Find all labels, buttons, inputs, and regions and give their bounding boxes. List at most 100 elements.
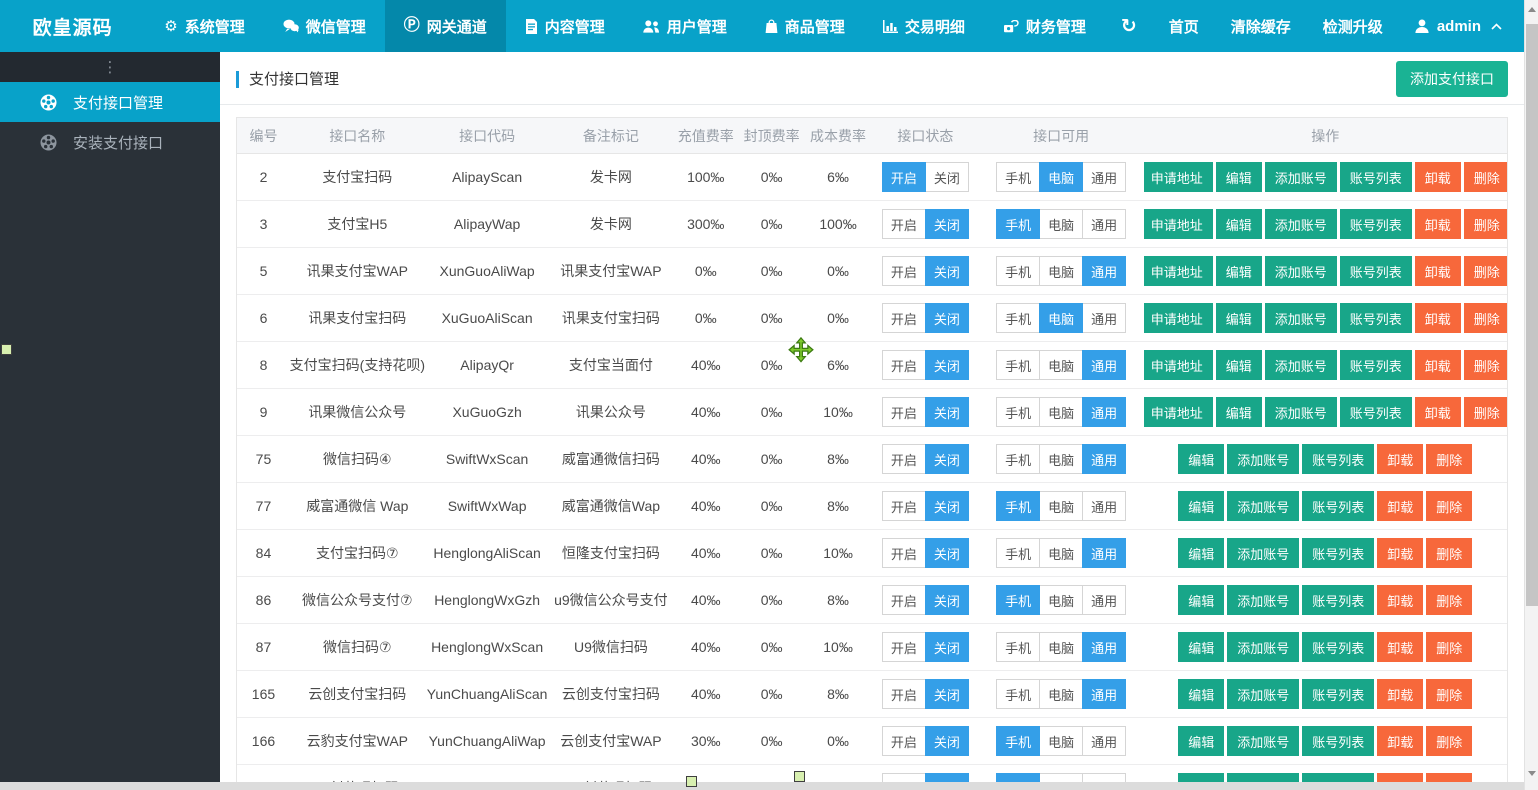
delete-button[interactable]: 删除	[1464, 209, 1507, 239]
uninstall-button[interactable]: 卸载	[1415, 397, 1461, 427]
status-close-button[interactable]: 关闭	[925, 491, 969, 521]
device-mobile-button[interactable]: 手机	[996, 632, 1040, 662]
status-open-button[interactable]: 开启	[882, 350, 926, 380]
device-universal-button[interactable]: 通用	[1082, 491, 1126, 521]
account-list-button[interactable]: 账号列表	[1340, 397, 1412, 427]
nav-item-gateway[interactable]: Ⓟ 网关通道	[385, 0, 506, 52]
device-pc-button[interactable]: 电脑	[1039, 632, 1083, 662]
device-universal-button[interactable]: 通用	[1082, 679, 1126, 709]
device-mobile-button[interactable]: 手机	[996, 726, 1040, 756]
account-list-button[interactable]: 账号列表	[1340, 209, 1412, 239]
account-list-button[interactable]: 账号列表	[1340, 162, 1412, 192]
add-payment-interface-button[interactable]: 添加支付接口	[1396, 61, 1508, 97]
uninstall-button[interactable]: 卸载	[1415, 350, 1461, 380]
uninstall-button[interactable]: 卸载	[1377, 444, 1423, 474]
device-universal-button[interactable]: 通用	[1082, 585, 1126, 615]
status-open-button[interactable]: 开启	[882, 162, 926, 192]
status-open-button[interactable]: 开启	[882, 209, 926, 239]
device-universal-button[interactable]: 通用	[1082, 350, 1126, 380]
account-list-button[interactable]: 账号列表	[1302, 726, 1374, 756]
edit-button[interactable]: 编辑	[1178, 632, 1224, 662]
refresh-button[interactable]: ↻	[1105, 0, 1153, 52]
status-close-button[interactable]: 关闭	[925, 679, 969, 709]
add-account-button[interactable]: 添加账号	[1227, 585, 1299, 615]
delete-button[interactable]: 删除	[1464, 350, 1507, 380]
device-pc-button[interactable]: 电脑	[1039, 491, 1083, 521]
device-mobile-button[interactable]: 手机	[996, 162, 1040, 192]
uninstall-button[interactable]: 卸载	[1377, 585, 1423, 615]
device-universal-button[interactable]: 通用	[1082, 444, 1126, 474]
uninstall-button[interactable]: 卸载	[1377, 538, 1423, 568]
account-list-button[interactable]: 账号列表	[1302, 679, 1374, 709]
device-universal-button[interactable]: 通用	[1082, 726, 1126, 756]
add-account-button[interactable]: 添加账号	[1227, 679, 1299, 709]
add-account-button[interactable]: 添加账号	[1227, 632, 1299, 662]
sidebar-item-payment-interface[interactable]: 支付接口管理	[0, 82, 220, 122]
device-mobile-button[interactable]: 手机	[996, 209, 1040, 239]
apply-url-button[interactable]: 申请地址	[1144, 256, 1213, 286]
nav-item-system[interactable]: ⚙ 系统管理	[145, 0, 263, 52]
status-close-button[interactable]: 关闭	[925, 162, 969, 192]
device-pc-button[interactable]: 电脑	[1039, 726, 1083, 756]
admin-menu[interactable]: admin	[1399, 0, 1524, 52]
status-open-button[interactable]: 开启	[882, 491, 926, 521]
add-account-button[interactable]: 添加账号	[1265, 162, 1337, 192]
account-list-button[interactable]: 账号列表	[1340, 350, 1412, 380]
uninstall-button[interactable]: 卸载	[1377, 491, 1423, 521]
add-account-button[interactable]: 添加账号	[1227, 444, 1299, 474]
device-mobile-button[interactable]: 手机	[996, 256, 1040, 286]
edit-button[interactable]: 编辑	[1178, 726, 1224, 756]
device-pc-button[interactable]: 电脑	[1039, 350, 1083, 380]
edit-button[interactable]: 编辑	[1216, 209, 1262, 239]
account-list-button[interactable]: 账号列表	[1340, 256, 1412, 286]
sidebar-collapse-toggle[interactable]: ⋮	[0, 52, 220, 82]
apply-url-button[interactable]: 申请地址	[1144, 209, 1213, 239]
status-open-button[interactable]: 开启	[882, 726, 926, 756]
delete-button[interactable]: 删除	[1464, 397, 1507, 427]
edit-button[interactable]: 编辑	[1216, 397, 1262, 427]
apply-url-button[interactable]: 申请地址	[1144, 350, 1213, 380]
delete-button[interactable]: 删除	[1426, 491, 1472, 521]
horizontal-scrollbar[interactable]	[0, 782, 1524, 790]
status-close-button[interactable]: 关闭	[925, 632, 969, 662]
edit-button[interactable]: 编辑	[1178, 585, 1224, 615]
device-universal-button[interactable]: 通用	[1082, 162, 1126, 192]
delete-button[interactable]: 删除	[1426, 585, 1472, 615]
status-open-button[interactable]: 开启	[882, 256, 926, 286]
delete-button[interactable]: 删除	[1464, 256, 1507, 286]
vertical-scrollbar-thumb[interactable]	[1526, 24, 1538, 606]
device-mobile-button[interactable]: 手机	[996, 303, 1040, 333]
nav-item-finance[interactable]: 财务管理	[984, 0, 1105, 52]
sidebar-item-install-interface[interactable]: 安装支付接口	[0, 122, 220, 162]
apply-url-button[interactable]: 申请地址	[1144, 162, 1213, 192]
add-account-button[interactable]: 添加账号	[1265, 256, 1337, 286]
nav-item-goods[interactable]: 商品管理	[746, 0, 864, 52]
scroll-down-arrow-icon[interactable]	[1525, 766, 1538, 780]
add-account-button[interactable]: 添加账号	[1265, 350, 1337, 380]
account-list-button[interactable]: 账号列表	[1302, 491, 1374, 521]
status-open-button[interactable]: 开启	[882, 397, 926, 427]
device-universal-button[interactable]: 通用	[1082, 632, 1126, 662]
uninstall-button[interactable]: 卸载	[1415, 303, 1461, 333]
add-account-button[interactable]: 添加账号	[1227, 491, 1299, 521]
account-list-button[interactable]: 账号列表	[1340, 303, 1412, 333]
account-list-button[interactable]: 账号列表	[1302, 585, 1374, 615]
edit-button[interactable]: 编辑	[1178, 538, 1224, 568]
account-list-button[interactable]: 账号列表	[1302, 538, 1374, 568]
delete-button[interactable]: 删除	[1426, 726, 1472, 756]
status-close-button[interactable]: 关闭	[925, 397, 969, 427]
delete-button[interactable]: 删除	[1464, 303, 1507, 333]
edit-button[interactable]: 编辑	[1178, 679, 1224, 709]
device-pc-button[interactable]: 电脑	[1039, 256, 1083, 286]
device-pc-button[interactable]: 电脑	[1039, 585, 1083, 615]
device-pc-button[interactable]: 电脑	[1039, 209, 1083, 239]
status-open-button[interactable]: 开启	[882, 444, 926, 474]
status-close-button[interactable]: 关闭	[925, 303, 969, 333]
status-open-button[interactable]: 开启	[882, 538, 926, 568]
device-pc-button[interactable]: 电脑	[1039, 444, 1083, 474]
device-pc-button[interactable]: 电脑	[1039, 162, 1083, 192]
delete-button[interactable]: 删除	[1426, 538, 1472, 568]
status-open-button[interactable]: 开启	[882, 585, 926, 615]
device-mobile-button[interactable]: 手机	[996, 585, 1040, 615]
uninstall-button[interactable]: 卸载	[1415, 209, 1461, 239]
